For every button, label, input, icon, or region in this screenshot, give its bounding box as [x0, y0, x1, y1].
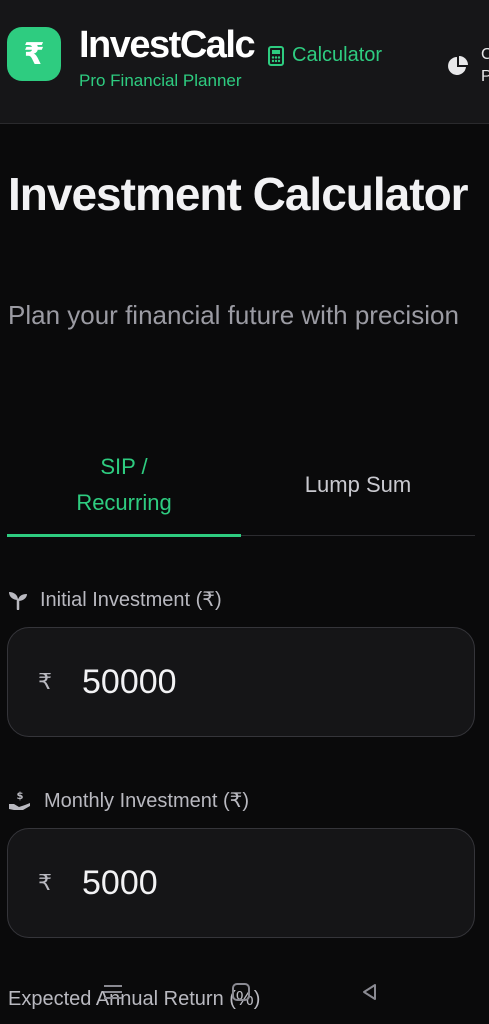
tab-lump-sum[interactable]: Lump Sum [241, 434, 475, 535]
back-icon[interactable] [360, 982, 380, 1002]
page-subtitle: Plan your financial future with precisio… [8, 300, 459, 330]
initial-investment-input[interactable] [82, 662, 422, 702]
menu-icon[interactable] [102, 982, 124, 1002]
rupee-prefix: ₹ [38, 870, 52, 895]
initial-investment-label-text: Initial Investment (₹) [40, 589, 222, 611]
monthly-investment-field[interactable]: ₹ [7, 828, 475, 938]
pie-chart-icon [448, 56, 468, 75]
initial-investment-field[interactable]: ₹ [7, 627, 475, 737]
seedling-icon [9, 591, 27, 610]
monthly-investment-label: $ Monthly Investment (₹) [8, 788, 249, 813]
nav-calculator-label: Calculator [292, 44, 383, 66]
initial-investment-label: Initial Investment (₹) [8, 587, 222, 612]
nav-calculator[interactable]: Calculator [268, 44, 382, 67]
brand-title: InvestCalc [79, 24, 256, 66]
svg-text:$: $ [17, 791, 24, 802]
app-header: ₹ InvestCalc Pro Financial Planner Calcu… [0, 0, 489, 124]
monthly-investment-label-text: Monthly Investment (₹) [44, 790, 250, 812]
calculator-tabs: SIP / Recurring Lump Sum [7, 434, 475, 537]
nav-portfolio-label-line2: P [481, 66, 489, 88]
tab-sip-label-line1: SIP / [100, 453, 148, 479]
rupee-prefix: ₹ [38, 669, 52, 694]
monthly-investment-input[interactable] [82, 863, 422, 903]
calculator-icon [268, 45, 284, 66]
nav-portfolio-label-line1: C [481, 44, 489, 66]
tab-sip-label-line2: Recurring [76, 489, 172, 515]
page-title: Investment Calculator [8, 168, 469, 220]
tab-lump-sum-label: Lump Sum [304, 471, 412, 497]
nav-portfolio[interactable]: C P [447, 44, 489, 88]
brand-subtitle: Pro Financial Planner [79, 71, 242, 90]
app-logo[interactable]: ₹ [7, 27, 61, 81]
hand-coin-icon: $ [9, 791, 30, 810]
rupee-logo-icon: ₹ [23, 37, 45, 71]
system-navigation-bar [0, 972, 489, 1024]
home-icon[interactable] [231, 982, 251, 1002]
tab-sip-recurring[interactable]: SIP / Recurring [7, 434, 241, 537]
